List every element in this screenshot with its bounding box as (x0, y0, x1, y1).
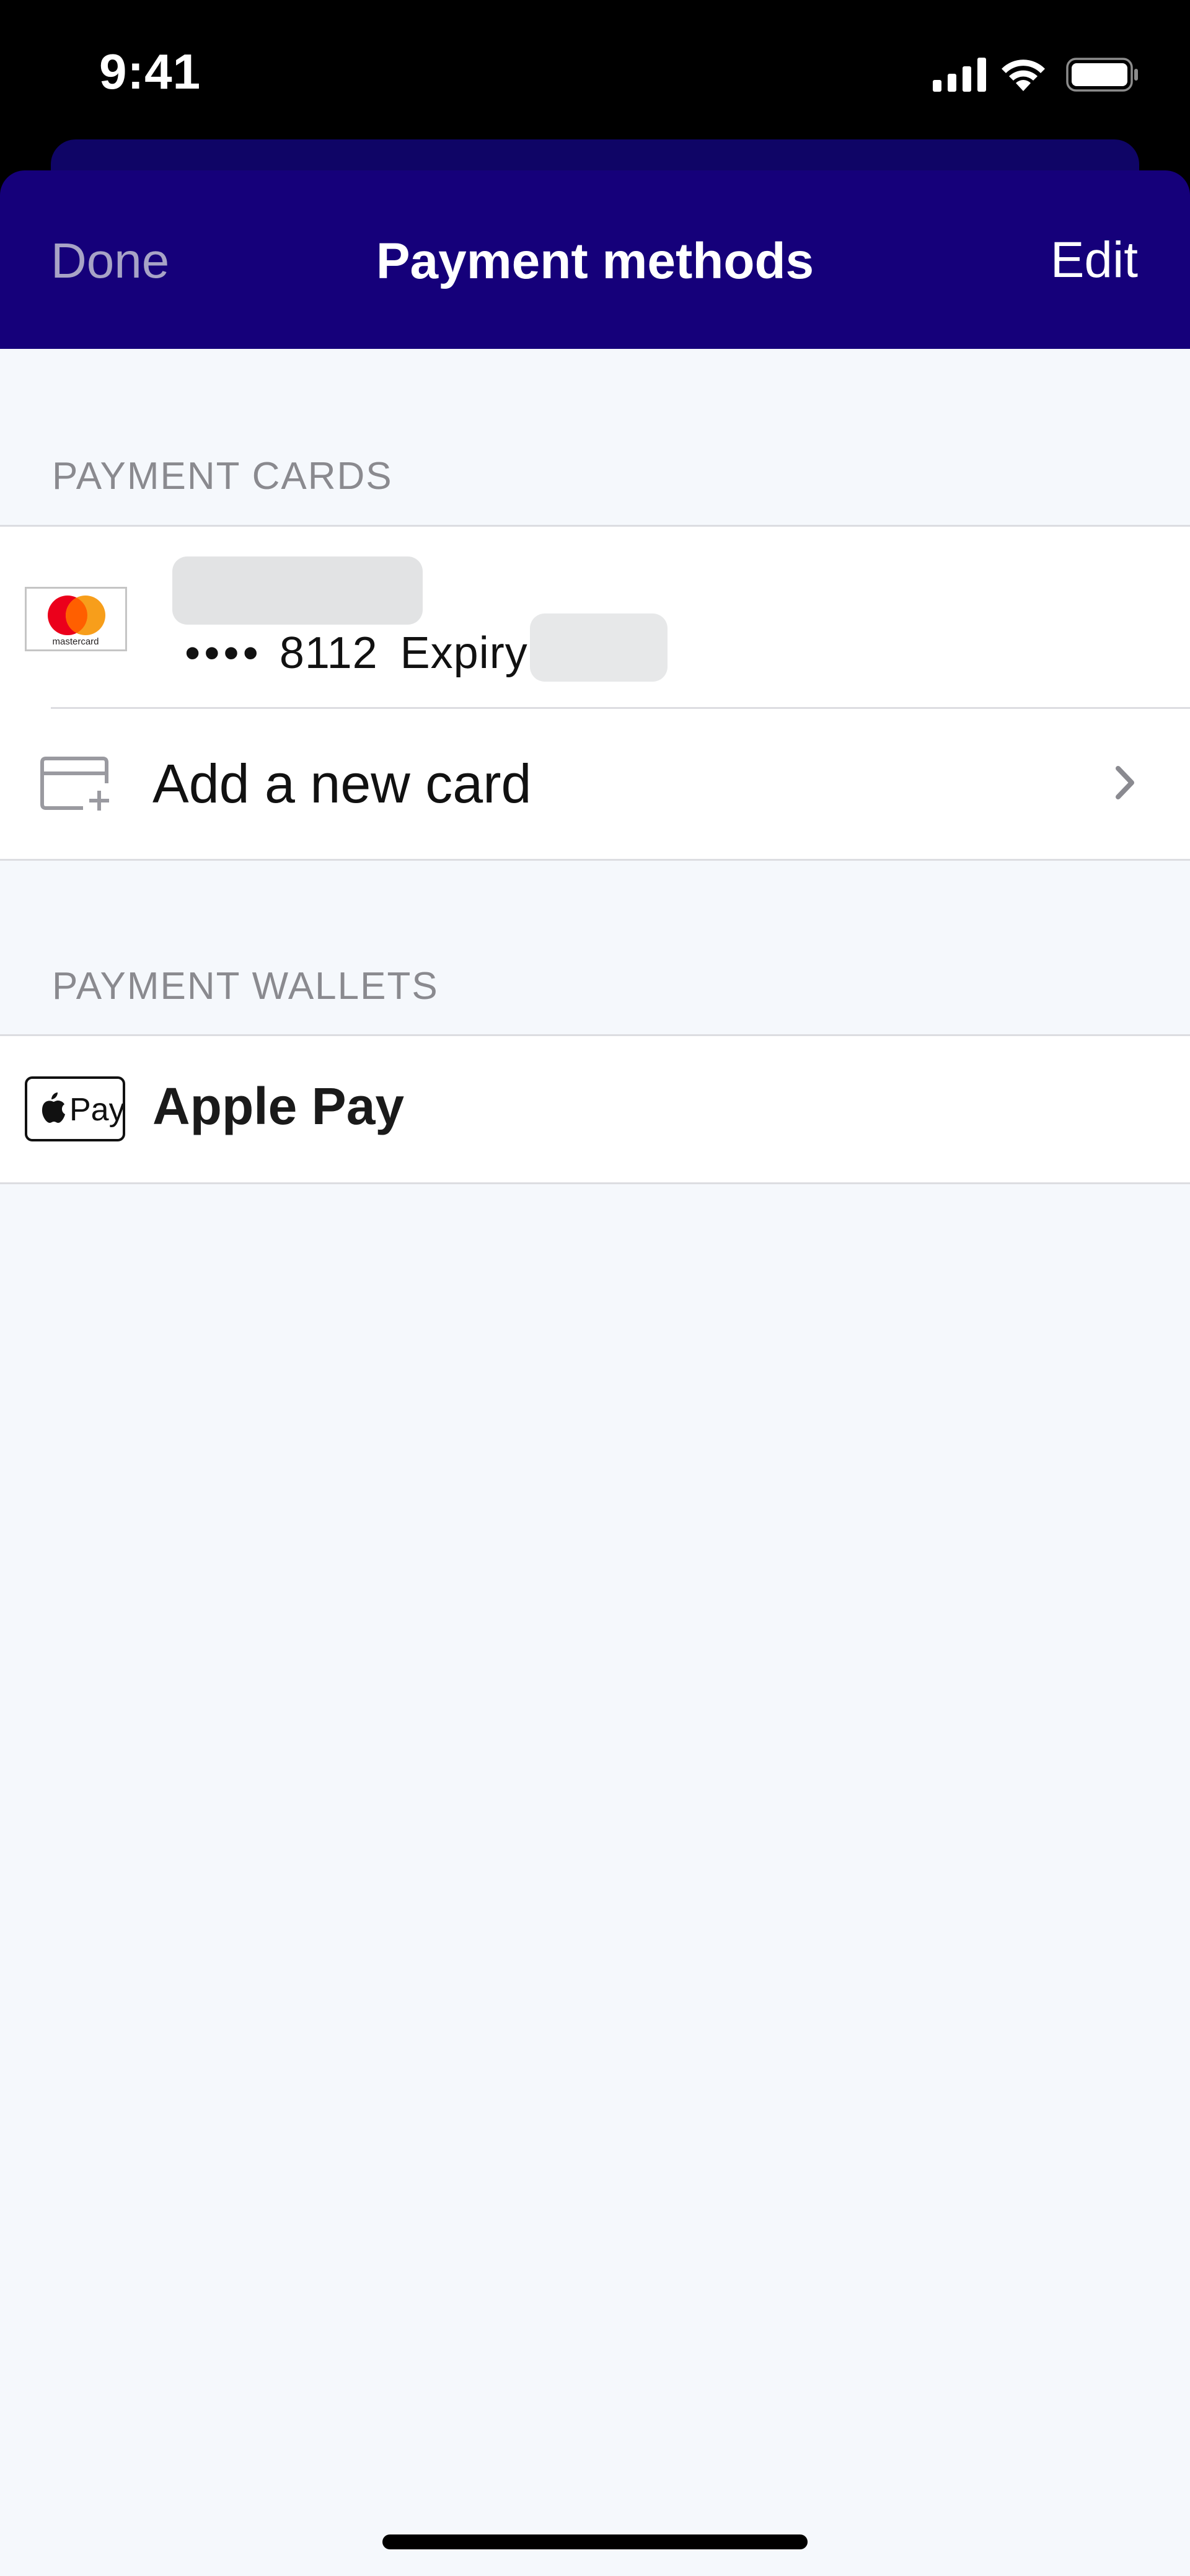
status-time: 9:41 (99, 44, 201, 99)
add-new-card-label: Add a new card (152, 753, 532, 814)
apple-pay-logo-icon: Pay (25, 1076, 125, 1141)
apple-pay-label: Apple Pay (152, 1077, 405, 1135)
status-bar: 9:41 (0, 0, 1190, 149)
apple-pay-row[interactable]: Pay Apple Pay (0, 1036, 1190, 1182)
edit-button[interactable]: Edit (1051, 231, 1138, 289)
mastercard-wordmark: mastercard (52, 636, 99, 647)
card-number-mask: •••• (185, 628, 262, 678)
battery-icon (1066, 58, 1138, 92)
home-indicator[interactable] (382, 2534, 808, 2549)
page-title: Payment methods (376, 233, 814, 289)
navigation-bar: Done Payment methods Edit (0, 170, 1190, 349)
card-number: •••• 8112 Expiry (185, 628, 528, 679)
chevron-right-icon (1116, 766, 1134, 799)
add-card-icon (40, 757, 109, 811)
card-last-four: 8112 (279, 628, 378, 678)
add-new-card-row[interactable]: Add a new card (0, 709, 1190, 861)
wifi-icon (1002, 59, 1045, 91)
payment-wallets-group: Pay Apple Pay (0, 1034, 1190, 1184)
section-header-payment-cards: PAYMENT CARDS (52, 455, 393, 498)
cardholder-name-placeholder (172, 556, 423, 625)
card-expiry-label: Expiry (400, 628, 528, 678)
content-area: PAYMENT CARDS mastercard •••• 8112 Expiry (0, 349, 1190, 2576)
apple-icon (42, 1092, 65, 1123)
saved-card-row[interactable]: mastercard •••• 8112 Expiry (0, 527, 1190, 707)
section-header-payment-wallets: PAYMENT WALLETS (52, 965, 439, 1008)
payment-cards-group: mastercard •••• 8112 Expiry Add a new card (0, 525, 1190, 861)
card-expiry-placeholder (530, 613, 668, 682)
cellular-signal-icon (933, 58, 986, 92)
done-button[interactable]: Done (51, 232, 169, 289)
mastercard-logo-icon: mastercard (25, 587, 127, 651)
apple-pay-logo-text: Pay (69, 1092, 125, 1128)
